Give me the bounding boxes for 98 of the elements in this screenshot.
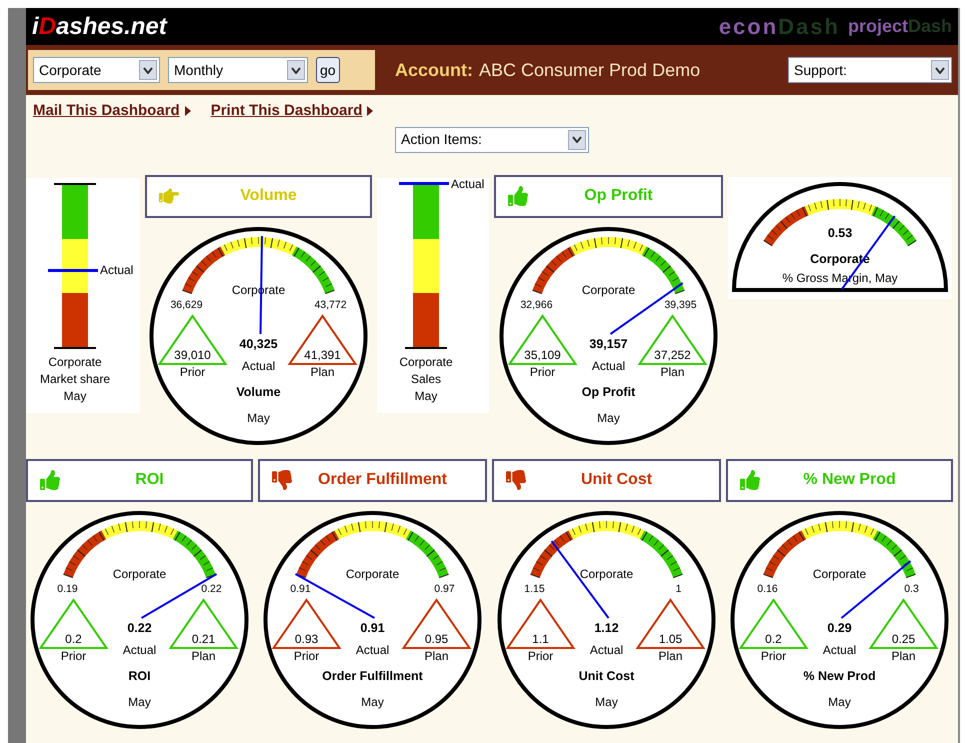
caption-text: Corporate — [399, 354, 453, 370]
triangle-value: 0.25 — [892, 632, 916, 646]
max-label: 0.97 — [434, 582, 455, 594]
dashboard-link[interactable]: Mail This Dashboard — [33, 100, 180, 122]
triangle-value: 35,109 — [524, 348, 561, 362]
scope-label: Corporate — [812, 566, 866, 580]
account-name: ABC Consumer Prod Demo — [479, 58, 700, 82]
metric-name: Unit Cost — [578, 668, 634, 682]
triangle-label: Plan — [660, 364, 685, 378]
max-label: 0.3 — [904, 582, 919, 594]
actual-value: 0.53 — [828, 226, 852, 240]
actual-value: 0.22 — [127, 620, 152, 634]
actual-label: Actual — [822, 642, 856, 656]
triangle-label: Prior — [294, 648, 320, 662]
max-label: 43,772 — [314, 298, 347, 310]
metric-name: % New Prod — [803, 668, 876, 682]
metric-name: Op Profit — [582, 384, 636, 398]
triangle-label: Plan — [310, 364, 335, 378]
period-select[interactable]: Monthly — [168, 57, 308, 83]
scope-label: Corporate — [346, 566, 400, 580]
metric-name: Volume — [236, 384, 281, 398]
month-label: May — [597, 410, 620, 424]
actual-label: Actual — [122, 642, 156, 656]
triangle-label: Plan — [658, 648, 683, 662]
tile-title: % New Prod — [803, 470, 896, 490]
triangle-value: 1.1 — [532, 632, 549, 646]
triangle-value: 41,391 — [304, 348, 341, 362]
actual-label: Actual — [242, 358, 276, 372]
min-label: 1.15 — [524, 582, 545, 594]
month-label: May — [247, 410, 270, 424]
tile-title: Unit Cost — [580, 470, 652, 490]
chevron-down-icon — [568, 130, 586, 150]
chevron-down-icon — [287, 60, 305, 80]
scope-label: Corporate — [580, 566, 634, 580]
caret-right-icon — [367, 106, 374, 116]
min-label: 32,966 — [520, 298, 553, 310]
tile-title: Op Profit — [584, 186, 653, 206]
product-logo[interactable]: econ Dash — [718, 10, 840, 43]
actual-value: 0.91 — [360, 620, 385, 634]
triangle-value: 0.95 — [424, 632, 448, 646]
caret-right-icon — [184, 106, 191, 116]
caption-text: May — [414, 388, 438, 404]
account-label: Account: — [395, 58, 473, 82]
caption-text: Sales — [410, 370, 442, 388]
actual-label: Actual — [100, 263, 134, 278]
tile-title: Order Fulfillment — [318, 470, 447, 490]
actual-label: Actual — [590, 642, 624, 656]
triangle-label: Prior — [180, 364, 206, 378]
site-logo: iDashes.net — [32, 12, 167, 42]
min-label: 0.16 — [757, 582, 778, 594]
triangle-value: 1.05 — [658, 632, 682, 646]
max-label: 0.22 — [201, 582, 222, 594]
metric-name: ROI — [128, 668, 151, 682]
caption-text: May — [64, 388, 86, 404]
triangle-label: Plan — [191, 648, 216, 662]
actual-label: Actual — [356, 642, 390, 656]
scope-label: Corporate — [582, 282, 636, 296]
max-label: 1 — [676, 582, 682, 594]
triangle-label: Plan — [891, 648, 916, 662]
triangle-value: 37,252 — [654, 348, 691, 362]
chevron-down-icon — [931, 60, 949, 80]
month-label: May — [828, 694, 851, 708]
min-label: 0.91 — [290, 582, 311, 594]
month-label: May — [361, 694, 384, 708]
actual-label: Actual — [592, 358, 626, 372]
actual-value: 1.12 — [594, 620, 619, 634]
go-button[interactable]: go — [316, 57, 340, 83]
triangle-value: 0.21 — [192, 632, 216, 646]
caption-text: Corporate — [48, 354, 102, 370]
triangle-value: 0.2 — [765, 632, 782, 646]
triangle-value: 39,010 — [174, 348, 211, 362]
month-label: May — [595, 694, 618, 708]
scope-select[interactable]: Corporate — [33, 57, 160, 83]
actual-value: 0.29 — [827, 620, 852, 634]
product-logo[interactable]: projectDash — [848, 13, 952, 40]
max-label: 39,395 — [664, 298, 697, 310]
tile-title: Volume — [240, 186, 297, 206]
triangle-label: Prior — [760, 648, 786, 662]
actual-value: 39,157 — [589, 336, 628, 350]
chevron-down-icon — [139, 60, 157, 80]
min-label: 36,629 — [170, 298, 203, 310]
tile-title: ROI — [135, 470, 164, 490]
triangle-label: Plan — [424, 648, 449, 662]
caption-text: Market share — [40, 370, 110, 388]
triangle-label: Prior — [528, 648, 554, 662]
actual-label: Actual — [451, 176, 484, 190]
triangle-label: Prior — [60, 648, 86, 662]
triangle-label: Prior — [530, 364, 556, 378]
metric-name: Order Fulfillment — [322, 668, 423, 682]
min-label: 0.19 — [57, 582, 78, 594]
actual-value: 40,325 — [239, 336, 278, 350]
support-select[interactable]: Support: — [788, 57, 952, 83]
triangle-value: 0.93 — [294, 632, 318, 646]
month-label: May — [128, 694, 151, 708]
dashboard-link[interactable]: Print This Dashboard — [210, 100, 362, 122]
scope-label: Corporate — [112, 566, 166, 580]
action-items-select[interactable]: Action Items: — [395, 126, 589, 152]
triangle-value: 0.2 — [65, 632, 82, 646]
